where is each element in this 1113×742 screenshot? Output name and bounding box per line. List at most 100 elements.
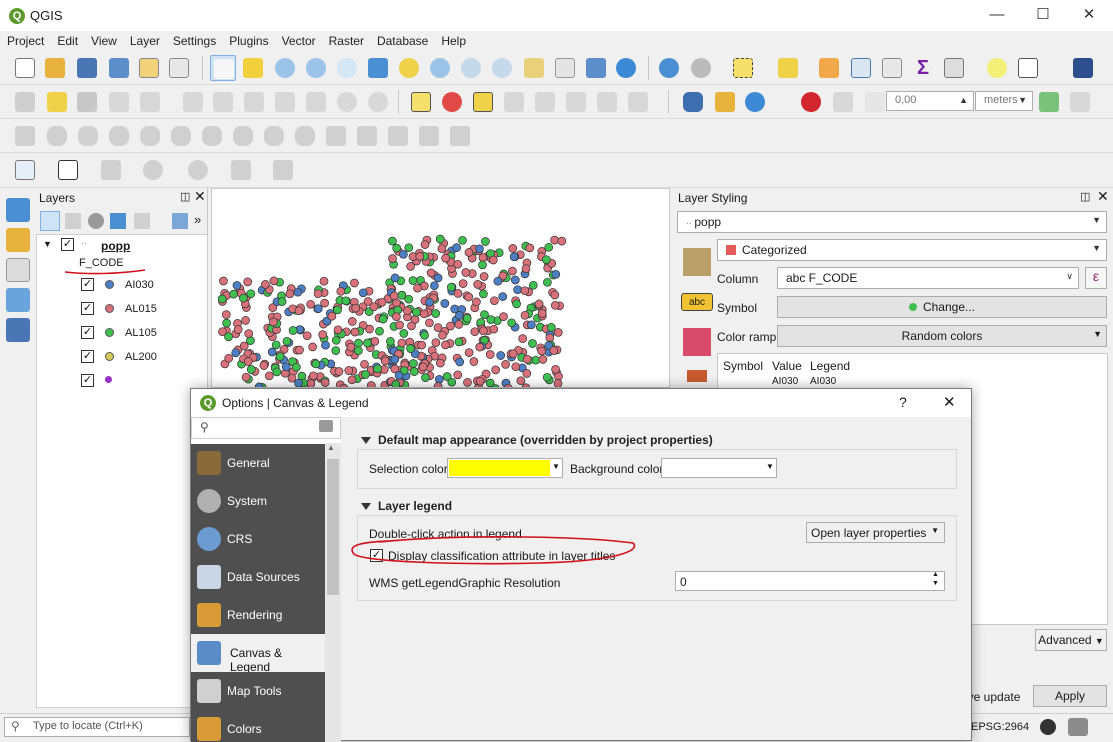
label-tool-icon[interactable] <box>408 89 434 115</box>
menu-project[interactable]: Project <box>0 31 50 48</box>
zoom-in-icon[interactable] <box>272 55 298 81</box>
menu-help[interactable]: Help <box>434 31 472 48</box>
save-as-icon[interactable] <box>106 55 132 81</box>
highlight-labels-icon[interactable] <box>470 89 496 115</box>
split-parts-icon[interactable] <box>323 123 349 149</box>
filter-legend-icon[interactable] <box>110 213 126 229</box>
wms-resolution-spinbox[interactable]: 0 ▲ ▼ <box>675 571 945 591</box>
menu-database[interactable]: Database <box>370 31 434 48</box>
rotate-label-icon[interactable] <box>532 89 558 115</box>
menu-raster[interactable]: Raster <box>322 31 370 48</box>
visibility-icon[interactable] <box>88 213 104 229</box>
rotate-point-symbols-icon[interactable] <box>416 123 442 149</box>
collapse-section-2-icon[interactable] <box>361 503 371 510</box>
help-icon[interactable] <box>1070 55 1096 81</box>
python-console-icon[interactable] <box>680 89 706 115</box>
background-color-dropdown-icon[interactable]: ▼ <box>766 462 774 471</box>
offset-point-symbols-icon[interactable] <box>447 123 473 149</box>
new-3d-view-icon[interactable] <box>552 55 578 81</box>
paste-features-icon[interactable] <box>303 89 329 115</box>
nav-colors[interactable]: Colors <box>191 710 325 742</box>
histogram-icon[interactable] <box>55 157 81 183</box>
split-features-icon[interactable] <box>292 123 318 149</box>
new-map-view-icon[interactable] <box>521 55 547 81</box>
delete-part-icon[interactable] <box>168 123 194 149</box>
zoom-out-icon[interactable] <box>303 55 329 81</box>
fill-ring-icon[interactable] <box>106 123 132 149</box>
open-project-icon[interactable] <box>42 55 68 81</box>
layer-select[interactable]: ∙∙ popp ▼ <box>677 211 1107 233</box>
pin-labels-icon[interactable] <box>439 89 465 115</box>
snapping-type-icon[interactable] <box>830 89 856 115</box>
delete-selected-icon[interactable] <box>210 89 236 115</box>
merge-features-icon[interactable] <box>354 123 380 149</box>
change-label-icon[interactable] <box>563 89 589 115</box>
nav-data-sources[interactable]: Data Sources <box>191 558 325 596</box>
refresh-icon[interactable] <box>613 55 639 81</box>
spin-down-icon[interactable]: ▼ <box>932 580 939 587</box>
add-spatialite-layer-icon[interactable] <box>6 318 30 342</box>
topological-editing-icon[interactable] <box>1036 89 1062 115</box>
add-feature-icon[interactable] <box>106 89 132 115</box>
filter-expression-icon[interactable] <box>134 213 150 229</box>
history-tab-icon[interactable] <box>687 370 707 382</box>
layer-name[interactable]: popp <box>101 239 130 253</box>
add-part-icon[interactable] <box>75 123 101 149</box>
add-group-icon[interactable] <box>65 213 81 229</box>
data-source-manager-icon[interactable] <box>6 198 30 222</box>
text-annotation-icon[interactable] <box>1015 55 1041 81</box>
add-ring-icon[interactable] <box>44 123 70 149</box>
add-circular-string-icon[interactable] <box>98 157 124 183</box>
menu-vector[interactable]: Vector <box>275 31 322 48</box>
add-rectangle-icon[interactable] <box>228 157 254 183</box>
messages-icon[interactable] <box>1040 719 1056 735</box>
background-color-button[interactable]: ▼ <box>661 458 777 478</box>
advanced-button[interactable]: Advanced ▼ <box>1035 629 1107 651</box>
expand-all-icon[interactable] <box>172 213 188 229</box>
3d-view-tab-icon[interactable] <box>683 328 711 356</box>
identify-icon[interactable] <box>656 55 682 81</box>
add-regular-polygon-icon[interactable] <box>270 157 296 183</box>
processing-icon[interactable] <box>712 89 738 115</box>
zoom-next-icon[interactable] <box>489 55 515 81</box>
copy-features-icon[interactable] <box>272 89 298 115</box>
column-select[interactable]: abc F_CODE ∨ <box>777 267 1079 289</box>
bookmark-icon[interactable] <box>583 55 609 81</box>
vertex-tool-icon[interactable] <box>137 89 163 115</box>
reshape-icon[interactable] <box>199 123 225 149</box>
menu-plugins[interactable]: Plugins <box>222 31 274 48</box>
select-by-value-icon[interactable] <box>775 55 801 81</box>
attribute-table-icon[interactable] <box>848 55 874 81</box>
cut-features-icon[interactable] <box>241 89 267 115</box>
nav-canvas-legend[interactable]: Canvas & Legend <box>191 634 325 674</box>
symbology-tab-icon[interactable] <box>683 248 711 276</box>
redo-icon[interactable] <box>365 89 391 115</box>
zoom-native-icon[interactable] <box>334 55 360 81</box>
layer-visibility-checkbox[interactable]: ✓ <box>61 238 74 251</box>
select-features-icon[interactable] <box>730 55 756 81</box>
map-tips-icon[interactable] <box>984 55 1010 81</box>
save-project-icon[interactable] <box>74 55 100 81</box>
pan-to-selection-icon[interactable] <box>240 55 266 81</box>
pan-map-icon[interactable] <box>210 55 236 81</box>
profile-tool-icon[interactable] <box>12 157 38 183</box>
nav-rendering[interactable]: Rendering <box>191 596 325 634</box>
move-label-icon[interactable] <box>501 89 527 115</box>
modify-attributes-icon[interactable] <box>180 89 206 115</box>
class-checkbox-1[interactable]: ✓ <box>81 278 94 291</box>
labels-tab-icon[interactable]: abc <box>681 293 713 311</box>
color-ramp-select[interactable]: Random colors ▼ <box>777 325 1107 347</box>
units-select[interactable]: meters ▼ <box>975 91 1033 111</box>
scroll-thumb[interactable] <box>327 459 339 595</box>
crs-indicator[interactable]: EPSG:2964 <box>971 721 1029 733</box>
options-search-input[interactable]: ⚲ <box>191 417 341 439</box>
advanced-digitizing-icon[interactable] <box>12 123 38 149</box>
delete-ring-icon[interactable] <box>137 123 163 149</box>
close-panel-icon[interactable]: ✕ <box>194 188 206 205</box>
dialog-help-button[interactable]: ? <box>899 394 907 410</box>
spin-up-icon[interactable]: ▲ <box>932 571 939 578</box>
layout-manager-icon[interactable] <box>166 55 192 81</box>
renderer-select[interactable]: Categorized ▼ <box>717 239 1107 261</box>
class-checkbox-5[interactable]: ✓ <box>81 374 94 387</box>
dialog-close-button[interactable]: ✕ <box>943 393 956 411</box>
